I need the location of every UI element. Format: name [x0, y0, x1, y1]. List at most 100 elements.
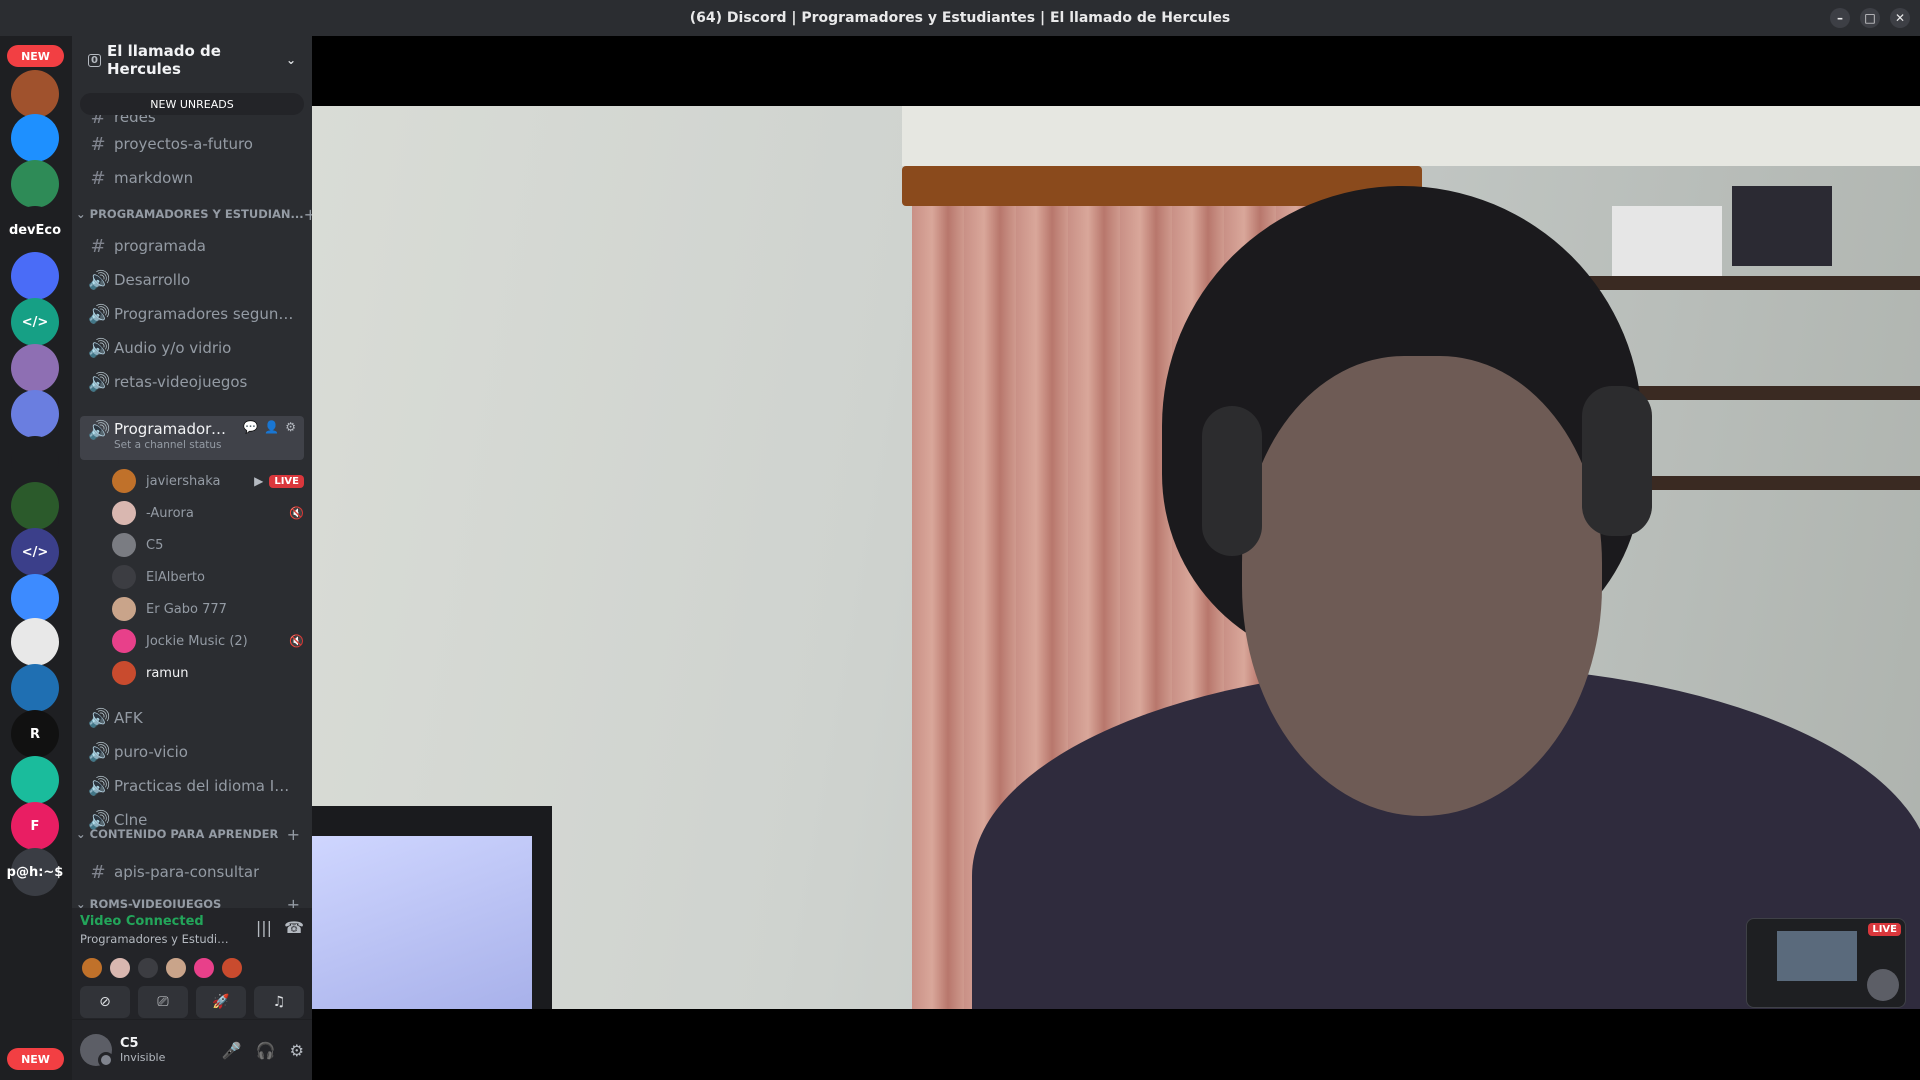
channel-actions: 💬 👤 ⚙ — [243, 420, 296, 434]
avatar[interactable] — [80, 1034, 114, 1068]
channel-label: retas-videojuegos — [114, 373, 248, 391]
speaker-icon: 🔊 — [88, 775, 111, 797]
maximize-button[interactable]: □ — [1860, 8, 1880, 28]
server-icon[interactable]: p@h:~$ — [7, 848, 63, 896]
chevron-down-icon: ⌄ — [76, 207, 86, 221]
avatar[interactable] — [136, 956, 160, 980]
server-header[interactable]: 0 El llamado de Hercules ⌄ — [72, 36, 312, 84]
channel-item[interactable]: 🔊 AFK — [80, 702, 304, 734]
soundboard-button[interactable]: ♫ — [254, 986, 304, 1018]
server-icon[interactable] — [11, 574, 59, 622]
channel-label: programada — [114, 237, 206, 255]
hash-icon: # — [90, 235, 106, 257]
voice-user-name: ElAlberto — [146, 569, 205, 585]
server-icon[interactable] — [11, 436, 59, 484]
avatar[interactable] — [192, 956, 216, 980]
server-icon[interactable] — [11, 160, 59, 208]
minimize-button[interactable]: – — [1830, 8, 1850, 28]
voice-user-name: C5 — [146, 537, 164, 553]
server-icon[interactable]: F — [11, 802, 59, 850]
channel-label: Desarrollo — [114, 271, 191, 289]
channel-item[interactable]: 🔊 retas-videojuegos — [80, 366, 304, 398]
avatar — [112, 629, 136, 653]
channel-item[interactable]: 🔊 Programadores segunda... — [80, 298, 304, 330]
channel-item[interactable]: 🔊 Desarrollo — [80, 264, 304, 296]
server-icon[interactable]: R — [11, 710, 59, 758]
headphones-icon[interactable]: 🎧 — [256, 1041, 276, 1060]
server-icon[interactable] — [11, 252, 59, 300]
server-icon[interactable]: </> — [11, 298, 59, 346]
voice-user[interactable]: C5 — [112, 532, 304, 558]
server-icon[interactable] — [11, 70, 59, 118]
channel-markdown[interactable]: # markdown — [80, 162, 304, 194]
avatar[interactable] — [220, 956, 244, 980]
channel-label: puro-vicio — [114, 743, 188, 761]
create-channel-icon[interactable]: + — [304, 205, 312, 224]
activity-button[interactable]: 🚀 — [196, 986, 246, 1018]
camera-off-button[interactable]: ⊘ — [80, 986, 130, 1018]
pip-screen — [1777, 931, 1857, 981]
channel-status[interactable]: Set a channel status — [114, 439, 234, 451]
server-icon[interactable]: devEco — [9, 206, 61, 254]
channel-item[interactable]: 🔊 Audio y/o vidrio — [80, 332, 304, 364]
avatar — [112, 661, 136, 685]
create-channel-icon[interactable]: + — [287, 825, 300, 844]
gear-icon[interactable]: ⚙ — [285, 420, 296, 434]
noise-suppression-icon[interactable]: ||| — [256, 918, 272, 937]
channel-programadores-active[interactable]: 🔊 Programadores ... Set a channel status… — [80, 416, 304, 460]
microphone-icon[interactable]: 🎤 — [222, 1041, 242, 1060]
voice-user[interactable]: javiershaka ▶ LIVE — [112, 468, 304, 494]
new-unread-servers-badge-bottom[interactable]: NEW — [7, 1048, 64, 1070]
server-icon[interactable] — [11, 664, 59, 712]
server-icon[interactable]: </> — [11, 528, 59, 576]
channel-apis-para-consultar[interactable]: # apis-para-consultar — [80, 856, 304, 888]
window-controls: – □ ✕ — [1830, 8, 1910, 28]
screen-share-button[interactable]: ⎚ — [138, 986, 188, 1018]
voice-user-name: javiershaka — [146, 473, 221, 489]
invite-icon[interactable]: 👤 — [264, 420, 279, 434]
disconnect-icon[interactable]: ☎ — [284, 918, 304, 937]
video-stage: LIVE — [312, 36, 1920, 1080]
avatar — [112, 469, 136, 493]
server-icon[interactable] — [11, 390, 59, 438]
channel-item[interactable]: 🔊 Practicas del idioma Ingl... — [80, 770, 304, 802]
laptop-screen — [312, 836, 532, 1009]
avatar[interactable] — [164, 956, 188, 980]
new-unread-servers-badge-top[interactable]: NEW — [7, 45, 64, 67]
avatar[interactable] — [80, 956, 104, 980]
user-info[interactable]: C5 Invisible — [120, 1036, 165, 1064]
server-icon[interactable] — [11, 482, 59, 530]
close-button[interactable]: ✕ — [1890, 8, 1910, 28]
video-stream[interactable] — [312, 106, 1920, 1009]
avatar[interactable] — [108, 956, 132, 980]
channel-label: AFK — [114, 709, 143, 727]
channel-item[interactable]: 🔊 puro-vicio — [80, 736, 304, 768]
voice-user[interactable]: Er Gabo 777 — [112, 596, 304, 622]
server-icon[interactable] — [11, 756, 59, 804]
avatar — [112, 533, 136, 557]
picture-in-picture-preview[interactable]: LIVE — [1746, 918, 1906, 1008]
category-programadores[interactable]: ⌄ PROGRAMADORES Y ESTUDIAN... + — [72, 202, 312, 226]
voice-user[interactable]: ramun — [112, 660, 304, 686]
speaker-icon: 🔊 — [88, 371, 111, 393]
category-contenido[interactable]: ⌄ CONTENIDO PARA APRENDER + — [72, 822, 312, 846]
voice-user-name: Er Gabo 777 — [146, 601, 227, 617]
channel-proyectos-a-futuro[interactable]: # proyectos-a-futuro — [80, 128, 304, 160]
chat-icon[interactable]: 💬 — [243, 420, 258, 434]
voice-status[interactable]: Video Connected — [80, 914, 204, 929]
gear-icon[interactable]: ⚙ — [290, 1041, 304, 1060]
server-icon[interactable] — [11, 114, 59, 162]
voice-user[interactable]: Jockie Music (2) 🔇 — [112, 628, 304, 654]
voice-buttons: ⊘ ⎚ 🚀 ♫ — [80, 986, 304, 1018]
speaker-icon: 🔊 — [88, 420, 111, 441]
voice-user[interactable]: -Aurora 🔇 — [112, 500, 304, 526]
new-unreads-pill[interactable]: NEW UNREADS — [80, 93, 304, 115]
server-icon[interactable] — [11, 618, 59, 666]
channel-item[interactable]: # programada — [80, 230, 304, 262]
voice-user[interactable]: ElAlberto — [112, 564, 304, 590]
avatar — [1867, 969, 1899, 1001]
speaker-icon: 🔊 — [88, 741, 111, 763]
muted-icon: 🔇 — [289, 634, 304, 648]
voice-channel-name[interactable]: Programadores y Estudiant... — [80, 932, 230, 946]
server-icon[interactable] — [11, 344, 59, 392]
